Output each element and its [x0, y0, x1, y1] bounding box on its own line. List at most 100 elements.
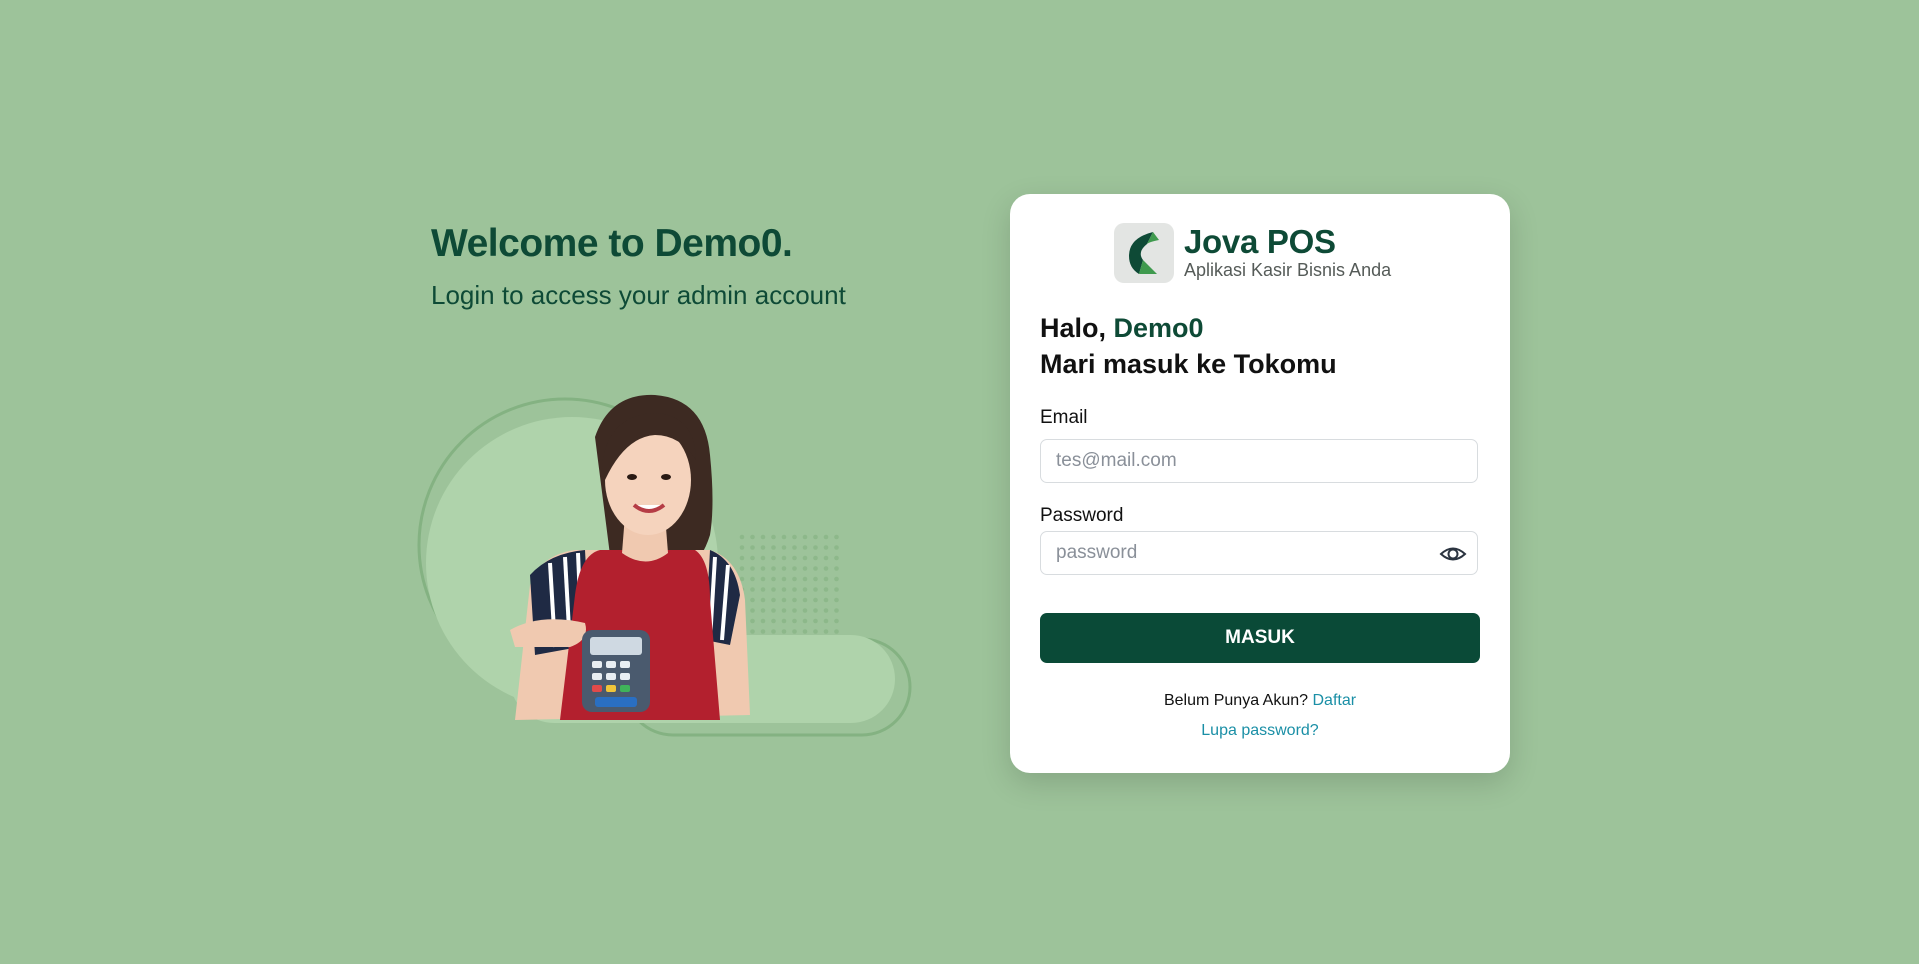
decor-dot [823, 618, 829, 624]
decor-dot [750, 597, 755, 603]
decor-dot [739, 545, 745, 550]
greeting-store-name: Demo0 [1113, 313, 1204, 343]
decor-dot [750, 566, 755, 571]
decor-dot [834, 555, 839, 561]
decor-dot [760, 534, 766, 540]
decor-dot [760, 597, 766, 603]
login-button[interactable]: MASUK [1040, 613, 1480, 663]
decor-dot [781, 597, 787, 603]
decor-dot [792, 545, 797, 550]
decor-dot [813, 534, 818, 540]
decor-dot [834, 608, 839, 613]
decor-dot [771, 629, 776, 634]
email-field-wrapper [1040, 439, 1478, 483]
decor-dot [813, 566, 818, 571]
decor-dot [781, 534, 787, 540]
password-field[interactable] [1041, 532, 1477, 574]
forgot-password-link[interactable]: Lupa password? [1201, 722, 1318, 739]
decor-dot [813, 587, 818, 592]
decor-dot [802, 576, 808, 582]
decor-dot [771, 618, 776, 624]
decor-dot [792, 608, 797, 613]
decor-dot [771, 545, 776, 550]
decor-dot [834, 618, 839, 624]
decor-dot [781, 629, 787, 634]
decor-dot [813, 597, 818, 603]
email-field[interactable] [1041, 440, 1477, 482]
decor-dot [739, 555, 745, 561]
decor-dot [750, 576, 755, 582]
email-label: Email [1040, 407, 1088, 428]
decor-dot [813, 576, 818, 582]
decor-dot [823, 545, 829, 550]
decor-dot [802, 587, 808, 592]
decor-dot [792, 555, 797, 561]
signup-prompt-text: Belum Punya Akun? [1163, 692, 1309, 709]
decor-dot [834, 629, 839, 634]
decor-dot [802, 566, 808, 571]
decor-dot [781, 608, 787, 613]
password-label: Password [1040, 505, 1124, 526]
decor-dot [834, 597, 839, 603]
decor-dot [760, 608, 766, 613]
signup-link[interactable]: Daftar [1312, 692, 1356, 709]
login-card: Jova POS Aplikasi Kasir Bisnis Anda Halo… [1010, 194, 1510, 773]
decor-dot [834, 576, 839, 582]
decor-dot [771, 576, 776, 582]
decor-dot [771, 608, 776, 613]
decor-dot [771, 597, 776, 603]
decor-dot [834, 534, 839, 540]
decor-dot [750, 618, 755, 624]
decor-dot [771, 534, 776, 540]
decor-dot [771, 566, 776, 571]
decor-dot [781, 545, 787, 550]
decor-dot [739, 534, 745, 540]
greeting-line2: Mari masuk ke Tokomu [1040, 349, 1337, 379]
decor-dot [760, 566, 766, 571]
decor-dot [813, 545, 818, 550]
decor-dot [792, 587, 797, 592]
decor-dot [760, 576, 766, 582]
decor-dot [781, 566, 787, 571]
decor-dot [792, 566, 797, 571]
decor-dot [802, 608, 808, 613]
decor-dot [813, 608, 818, 613]
decor-dot [781, 576, 787, 582]
decor-dot [802, 629, 808, 634]
decor-dot [792, 597, 797, 603]
decor-dot [823, 566, 829, 571]
decor-dot [750, 555, 755, 561]
decor-dot [781, 587, 787, 592]
decor-dot [823, 597, 829, 603]
decor-dot [760, 587, 766, 592]
forgot-password: Lupa password? [1010, 722, 1510, 740]
greeting: Halo, Demo0 Mari masuk ke Tokomu [1040, 310, 1337, 382]
decor-dot [823, 629, 829, 634]
decor-dot [802, 545, 808, 550]
decor-dot [834, 587, 839, 592]
decor-dot [739, 566, 745, 571]
decor-dot [834, 566, 839, 571]
brand-name: Jova POS [1184, 223, 1336, 260]
decor-dot [750, 629, 755, 634]
decor-dot [750, 534, 755, 540]
decor-dot [792, 629, 797, 634]
decor-dot [771, 555, 776, 561]
decor-dot [760, 618, 766, 624]
signup-prompt: Belum Punya Akun? Daftar [1010, 692, 1510, 710]
decor-dot [823, 555, 829, 561]
decor-dot [823, 576, 829, 582]
welcome-section: Welcome to Demo0. Login to access your a… [431, 222, 846, 311]
decor-dot [823, 587, 829, 592]
password-field-wrapper [1040, 531, 1478, 575]
decor-dot [771, 587, 776, 592]
brand: Jova POS Aplikasi Kasir Bisnis Anda [1114, 223, 1391, 283]
welcome-title: Welcome to Demo0. [431, 222, 793, 265]
jova-logo-icon [1114, 223, 1174, 283]
decor-dot [792, 618, 797, 624]
decor-dot [834, 545, 839, 550]
cashier-illustration: /* placeholder */ [410, 385, 915, 740]
decor-dot [760, 629, 766, 634]
decor-dot [813, 618, 818, 624]
eye-icon[interactable] [1439, 541, 1467, 567]
